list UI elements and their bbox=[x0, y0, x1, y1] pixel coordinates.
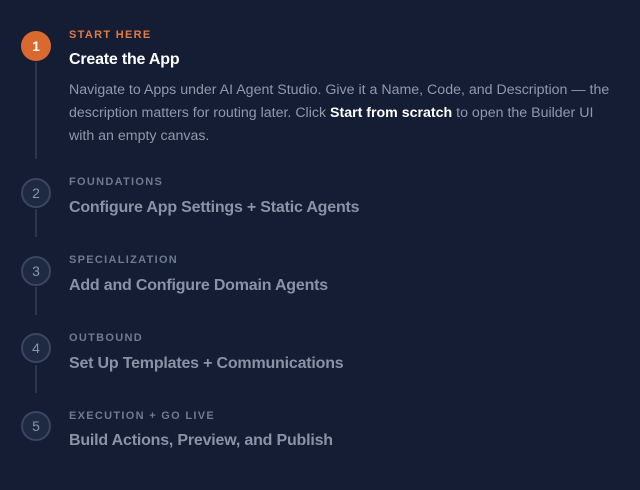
step-eyebrow: START HERE bbox=[69, 29, 152, 41]
step-number-badge: 2 bbox=[21, 178, 51, 208]
step-1[interactable]: 1 START HERE Create the App Navigate to … bbox=[0, 0, 640, 160]
step-number-badge: 4 bbox=[21, 333, 51, 363]
step-eyebrow: SPECIALIZATION bbox=[69, 254, 179, 266]
step-number-badge: 1 bbox=[21, 31, 51, 61]
step-eyebrow: OUTBOUND bbox=[69, 332, 143, 344]
step-title: Configure App Settings + Static Agents bbox=[69, 199, 360, 216]
step-5[interactable]: 5 EXECUTION + GO LIVE Build Actions, Pre… bbox=[0, 404, 640, 464]
step-eyebrow: EXECUTION + GO LIVE bbox=[69, 410, 216, 422]
step-title: Add and Configure Domain Agents bbox=[69, 277, 328, 294]
start-from-scratch-emphasis: Start from scratch bbox=[330, 105, 453, 121]
step-title: Set Up Templates + Communications bbox=[69, 355, 344, 372]
step-number-badge: 5 bbox=[21, 411, 51, 441]
step-eyebrow: FOUNDATIONS bbox=[69, 176, 164, 188]
step-title: Create the App bbox=[69, 51, 180, 68]
step-number-badge: 3 bbox=[21, 256, 51, 286]
step-3[interactable]: 3 SPECIALIZATION Add and Configure Domai… bbox=[0, 248, 640, 308]
step-description: Navigate to Apps under AI Agent Studio. … bbox=[69, 82, 610, 144]
step-4[interactable]: 4 OUTBOUND Set Up Templates + Communicat… bbox=[0, 326, 640, 386]
step-2[interactable]: 2 FOUNDATIONS Configure App Settings + S… bbox=[0, 170, 640, 230]
step-title: Build Actions, Preview, and Publish bbox=[69, 432, 333, 449]
